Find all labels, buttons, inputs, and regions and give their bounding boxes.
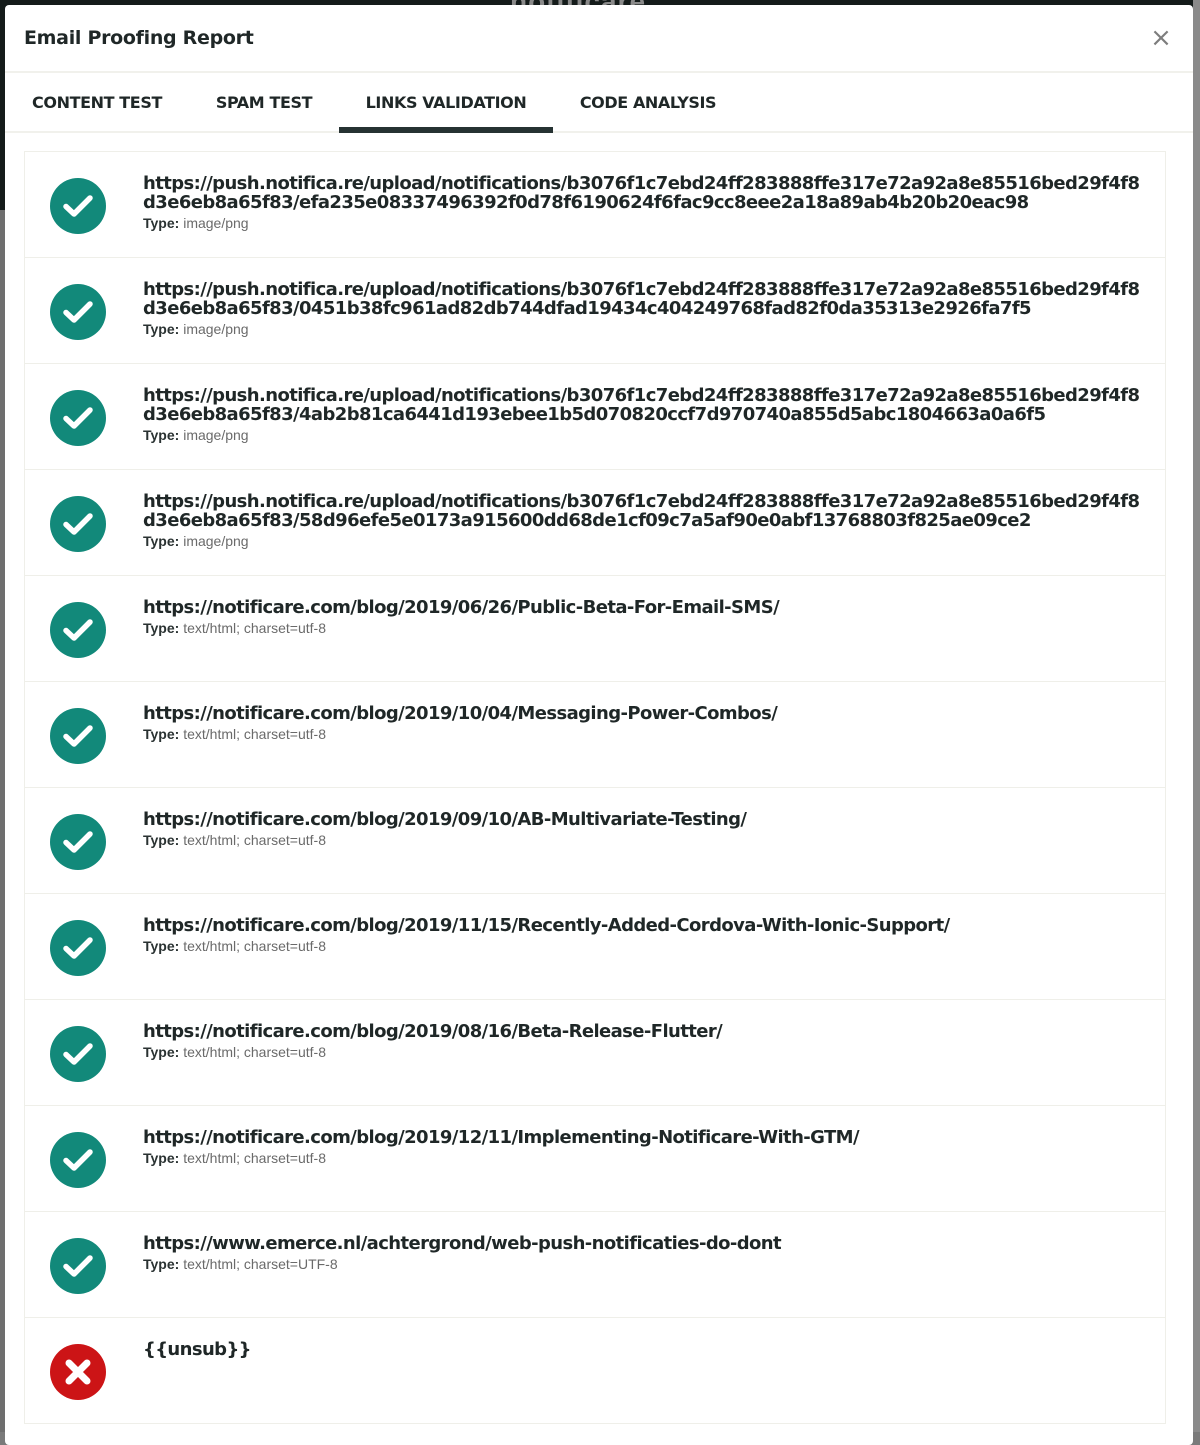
type-label: Type:	[143, 620, 180, 636]
link-url[interactable]: https://notificare.com/blog/2019/06/26/P…	[143, 598, 1145, 617]
type-value: image/png	[183, 533, 249, 549]
tab-links-validation[interactable]: LINKS VALIDATION	[339, 73, 553, 133]
link-row: https://push.notifica.re/upload/notifica…	[25, 258, 1165, 364]
link-url[interactable]: https://notificare.com/blog/2019/12/11/I…	[143, 1128, 1145, 1147]
type-label: Type:	[143, 1044, 180, 1060]
type-value: image/png	[183, 215, 249, 231]
check-circle-icon	[50, 390, 106, 446]
link-type: Type: text/html; charset=utf-8	[143, 726, 1145, 742]
type-label: Type:	[143, 726, 180, 742]
type-value: image/png	[183, 321, 249, 337]
link-details: https://push.notifica.re/upload/notifica…	[143, 386, 1145, 443]
type-label: Type:	[143, 215, 180, 231]
type-label: Type:	[143, 1150, 180, 1166]
link-details: https://notificare.com/blog/2019/08/16/B…	[143, 1022, 1145, 1060]
check-circle-icon	[50, 602, 106, 658]
report-tabs: CONTENT TEST SPAM TEST LINKS VALIDATION …	[5, 73, 1193, 133]
check-circle-icon	[50, 1132, 106, 1188]
tab-content-test[interactable]: CONTENT TEST	[5, 73, 189, 131]
link-details: https://notificare.com/blog/2019/06/26/P…	[143, 598, 1145, 636]
type-label: Type:	[143, 427, 180, 443]
close-icon: ×	[1150, 23, 1172, 53]
type-value: text/html; charset=utf-8	[183, 620, 326, 636]
check-circle-icon	[50, 1238, 106, 1294]
link-type: Type: text/html; charset=utf-8	[143, 1044, 1145, 1060]
page-scrollbar[interactable]	[1193, 0, 1200, 1432]
link-type: Type: text/html; charset=utf-8	[143, 938, 1145, 954]
type-label: Type:	[143, 938, 180, 954]
type-label: Type:	[143, 533, 180, 549]
link-details: {{unsub}}	[143, 1340, 1145, 1359]
check-circle-icon	[50, 708, 106, 764]
link-type: Type: image/png	[143, 321, 1145, 337]
link-type: Type: image/png	[143, 215, 1145, 231]
link-type: Type: text/html; charset=utf-8	[143, 1150, 1145, 1166]
check-circle-icon	[50, 284, 106, 340]
link-type: Type: text/html; charset=utf-8	[143, 832, 1145, 848]
link-details: https://notificare.com/blog/2019/10/04/M…	[143, 704, 1145, 742]
link-url[interactable]: https://push.notifica.re/upload/notifica…	[143, 386, 1145, 424]
link-details: https://push.notifica.re/upload/notifica…	[143, 174, 1145, 231]
check-circle-icon	[50, 1026, 106, 1082]
link-url[interactable]: https://notificare.com/blog/2019/08/16/B…	[143, 1022, 1145, 1041]
link-row: https://notificare.com/blog/2019/08/16/B…	[25, 1000, 1165, 1106]
link-row: {{unsub}}	[25, 1318, 1165, 1424]
link-row: https://push.notifica.re/upload/notifica…	[25, 470, 1165, 576]
link-url[interactable]: https://push.notifica.re/upload/notifica…	[143, 280, 1145, 318]
type-value: text/html; charset=utf-8	[183, 832, 326, 848]
link-details: https://notificare.com/blog/2019/12/11/I…	[143, 1128, 1145, 1166]
link-url[interactable]: https://notificare.com/blog/2019/11/15/R…	[143, 916, 1145, 935]
close-button[interactable]: ×	[1149, 23, 1173, 53]
link-row: https://www.emerce.nl/achtergrond/web-pu…	[25, 1212, 1165, 1318]
modal-header: Email Proofing Report ×	[5, 5, 1193, 73]
link-details: https://push.notifica.re/upload/notifica…	[143, 280, 1145, 337]
check-circle-icon	[50, 496, 106, 552]
link-row: https://notificare.com/blog/2019/12/11/I…	[25, 1106, 1165, 1212]
check-circle-icon	[50, 814, 106, 870]
link-type: Type: image/png	[143, 533, 1145, 549]
link-details: https://notificare.com/blog/2019/09/10/A…	[143, 810, 1145, 848]
link-type: Type: text/html; charset=utf-8	[143, 620, 1145, 636]
type-value: text/html; charset=utf-8	[183, 726, 326, 742]
link-url[interactable]: https://notificare.com/blog/2019/09/10/A…	[143, 810, 1145, 829]
link-row: https://push.notifica.re/upload/notifica…	[25, 364, 1165, 470]
type-value: image/png	[183, 427, 249, 443]
link-details: https://notificare.com/blog/2019/11/15/R…	[143, 916, 1145, 954]
link-row: https://notificare.com/blog/2019/09/10/A…	[25, 788, 1165, 894]
type-label: Type:	[143, 832, 180, 848]
link-url[interactable]: https://push.notifica.re/upload/notifica…	[143, 174, 1145, 212]
check-circle-icon	[50, 920, 106, 976]
links-validation-list: https://push.notifica.re/upload/notifica…	[24, 151, 1166, 1424]
type-label: Type:	[143, 1256, 180, 1272]
check-circle-icon	[50, 178, 106, 234]
link-row: https://notificare.com/blog/2019/06/26/P…	[25, 576, 1165, 682]
link-row: https://notificare.com/blog/2019/11/15/R…	[25, 894, 1165, 1000]
link-details: https://push.notifica.re/upload/notifica…	[143, 492, 1145, 549]
link-row: https://push.notifica.re/upload/notifica…	[25, 152, 1165, 258]
type-label: Type:	[143, 321, 180, 337]
modal-title: Email Proofing Report	[24, 27, 254, 49]
link-url[interactable]: https://push.notifica.re/upload/notifica…	[143, 492, 1145, 530]
type-value: text/html; charset=utf-8	[183, 1044, 326, 1060]
tab-spam-test[interactable]: SPAM TEST	[189, 73, 339, 131]
link-row: https://notificare.com/blog/2019/10/04/M…	[25, 682, 1165, 788]
type-value: text/html; charset=utf-8	[183, 938, 326, 954]
x-circle-icon	[50, 1344, 106, 1400]
link-url[interactable]: {{unsub}}	[143, 1340, 1145, 1359]
type-value: text/html; charset=UTF-8	[183, 1256, 338, 1272]
tab-code-analysis[interactable]: CODE ANALYSIS	[553, 73, 743, 131]
link-details: https://www.emerce.nl/achtergrond/web-pu…	[143, 1234, 1145, 1272]
link-url[interactable]: https://www.emerce.nl/achtergrond/web-pu…	[143, 1234, 1145, 1253]
link-type: Type: text/html; charset=UTF-8	[143, 1256, 1145, 1272]
link-type: Type: image/png	[143, 427, 1145, 443]
type-value: text/html; charset=utf-8	[183, 1150, 326, 1166]
link-url[interactable]: https://notificare.com/blog/2019/10/04/M…	[143, 704, 1145, 723]
